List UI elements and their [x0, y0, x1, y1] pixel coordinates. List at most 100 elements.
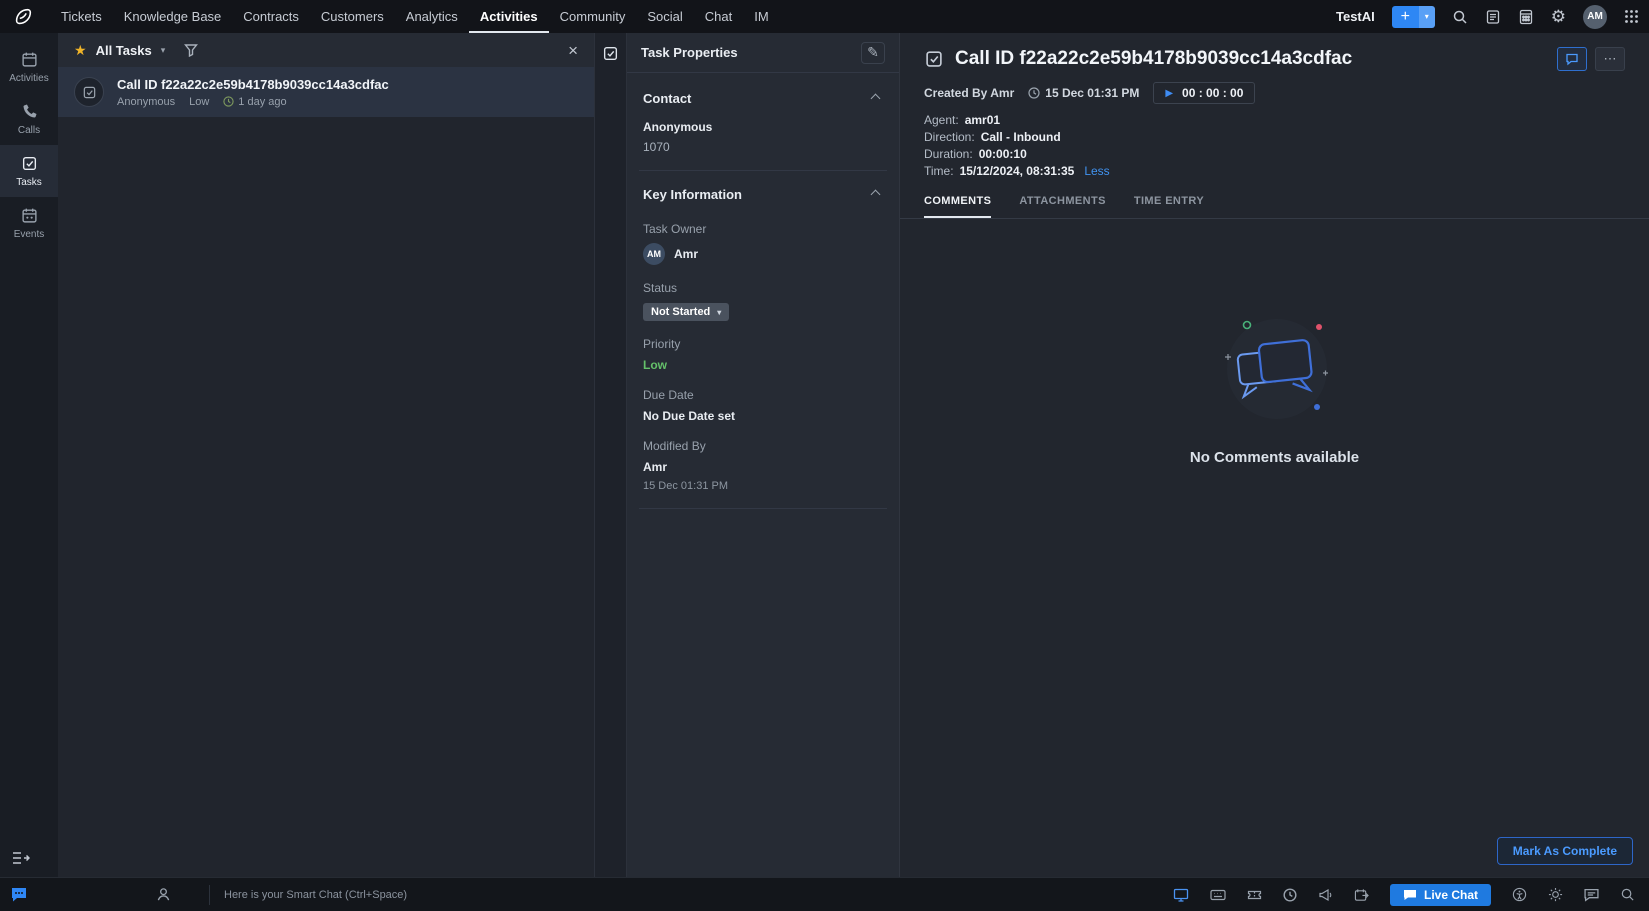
search-icon[interactable] [1452, 9, 1468, 25]
nav-chat[interactable]: Chat [694, 0, 743, 33]
user-icon[interactable] [156, 887, 171, 902]
task-properties-tab-icon[interactable] [602, 45, 619, 65]
nav-social[interactable]: Social [636, 0, 693, 33]
more-actions-button[interactable]: ⋯ [1595, 47, 1625, 71]
priority-label: Priority [643, 337, 883, 351]
close-panel-icon[interactable]: × [568, 42, 578, 59]
divider [209, 885, 210, 905]
primary-nav: Tickets Knowledge Base Contracts Custome… [50, 0, 780, 33]
nav-tickets[interactable]: Tickets [50, 0, 113, 33]
keyboard-icon[interactable] [1210, 889, 1226, 901]
nav-contracts[interactable]: Contracts [232, 0, 310, 33]
nav-im[interactable]: IM [743, 0, 779, 33]
key-information-section: Key Information Task Owner AM Amr Status… [639, 171, 887, 509]
detail-meta: Created By Amr 15 Dec 01:31 PM ▶ 00 : 00… [924, 82, 1625, 104]
apps-grid-icon[interactable] [1624, 9, 1639, 24]
live-chat-button[interactable]: Live Chat [1390, 884, 1491, 906]
sidebar-item-calls[interactable]: Calls [0, 93, 58, 145]
task-age-text: 1 day ago [238, 96, 286, 108]
dialpad-icon[interactable] [1518, 9, 1534, 25]
field-value: 00:00:10 [979, 146, 1027, 163]
edit-properties-icon[interactable]: ✎ [861, 42, 885, 64]
bottombar-icons: Live Chat [1173, 884, 1639, 906]
sidebar-item-events[interactable]: Events [0, 197, 58, 249]
nav-knowledge-base[interactable]: Knowledge Base [113, 0, 233, 33]
chevron-down-icon: ▾ [161, 45, 166, 56]
task-priority: Low [189, 96, 209, 108]
calendar-export-icon[interactable] [1354, 888, 1369, 902]
nav-analytics[interactable]: Analytics [395, 0, 469, 33]
feedback-chat-icon[interactable] [1584, 888, 1599, 902]
properties-body: Contact Anonymous 1070 Key Information T… [627, 73, 899, 877]
nav-activities[interactable]: Activities [469, 0, 549, 33]
clock-icon [223, 96, 234, 107]
expand-sidebar-icon[interactable] [0, 841, 58, 877]
detail-header: Call ID f22a22c2e59b4178b9039cc14a3cdfac… [900, 33, 1649, 180]
settings-gear-icon[interactable]: ⚙ [1551, 8, 1566, 25]
history-clock-icon[interactable] [1283, 888, 1297, 902]
contact-name[interactable]: Anonymous [643, 120, 883, 134]
feeds-icon[interactable] [1485, 9, 1501, 25]
contact-section: Contact Anonymous 1070 [639, 75, 887, 171]
view-selector[interactable]: All Tasks [96, 43, 152, 58]
ticket-icon[interactable] [1247, 888, 1262, 901]
filter-icon[interactable] [184, 43, 198, 57]
status-label: Status [643, 281, 883, 295]
nav-customers[interactable]: Customers [310, 0, 395, 33]
module-sidebar: Activities Calls Tasks Events [0, 33, 58, 877]
plus-icon[interactable]: + [1392, 6, 1419, 28]
task-owner-label: Task Owner [643, 222, 883, 236]
modified-by-value: Amr [643, 460, 883, 474]
activities-icon [21, 51, 38, 68]
sidebar-item-tasks[interactable]: Tasks [0, 145, 58, 197]
task-list-panel: ★ All Tasks ▾ × Call ID f22a22c2e59b4178… [58, 33, 595, 877]
task-list-header: ★ All Tasks ▾ × [58, 33, 594, 67]
field-label: Direction: [924, 129, 975, 146]
smart-chat-input[interactable] [224, 889, 1173, 901]
collapse-section-icon[interactable] [871, 190, 881, 200]
owner-name: Amr [674, 247, 698, 261]
favorite-star-icon[interactable]: ★ [74, 42, 87, 59]
show-less-link[interactable]: Less [1084, 163, 1109, 180]
sidebar-item-label: Tasks [16, 177, 42, 188]
priority-value: Low [643, 358, 883, 372]
sidebar-item-activities[interactable]: Activities [0, 41, 58, 93]
chevron-down-icon: ▾ [717, 308, 721, 317]
comments-area: No Comments available Mark As Complete [900, 219, 1649, 877]
quick-add-button[interactable]: + ▾ [1392, 6, 1435, 28]
modified-by-label: Modified By [643, 439, 883, 453]
nav-community[interactable]: Community [549, 0, 637, 33]
task-list-item[interactable]: Call ID f22a22c2e59b4178b9039cc14a3cdfac… [58, 67, 594, 117]
clock-icon [1028, 87, 1040, 99]
announcement-icon[interactable] [1318, 888, 1333, 902]
tab-attachments[interactable]: ATTACHMENTS [1019, 195, 1105, 218]
panel-title: Task Properties [641, 45, 738, 60]
add-comment-button[interactable] [1557, 47, 1587, 71]
tab-comments[interactable]: COMMENTS [924, 195, 991, 218]
timer-widget: ▶ 00 : 00 : 00 [1153, 82, 1255, 104]
page-title: Call ID f22a22c2e59b4178b9039cc14a3cdfac [955, 48, 1352, 70]
tab-time-entry[interactable]: TIME ENTRY [1134, 195, 1204, 218]
sidebar-item-label: Events [14, 229, 45, 240]
due-date-label: Due Date [643, 388, 883, 402]
owner-avatar: AM [643, 243, 665, 265]
zoho-desk-logo-icon[interactable] [10, 5, 36, 29]
task-age: 1 day ago [223, 96, 286, 108]
accessibility-icon[interactable] [1512, 887, 1527, 902]
smart-chat-icon[interactable] [10, 886, 28, 904]
collapse-section-icon[interactable] [871, 94, 881, 104]
zoom-search-icon[interactable] [1620, 887, 1635, 902]
user-avatar[interactable]: AM [1583, 5, 1607, 29]
chevron-down-icon[interactable]: ▾ [1419, 6, 1435, 28]
field-label: Time: [924, 163, 954, 180]
brightness-icon[interactable] [1548, 887, 1563, 902]
chat-icon [1403, 889, 1417, 901]
timer-value: 00 : 00 : 00 [1182, 86, 1243, 100]
status-dropdown[interactable]: Not Started ▾ [643, 303, 729, 321]
play-timer-icon[interactable]: ▶ [1165, 88, 1173, 99]
screen-share-icon[interactable] [1173, 888, 1189, 902]
task-type-icon [74, 77, 104, 107]
field-label: Duration: [924, 146, 973, 163]
field-value: Call - Inbound [981, 129, 1061, 146]
mark-as-complete-button[interactable]: Mark As Complete [1497, 837, 1633, 865]
